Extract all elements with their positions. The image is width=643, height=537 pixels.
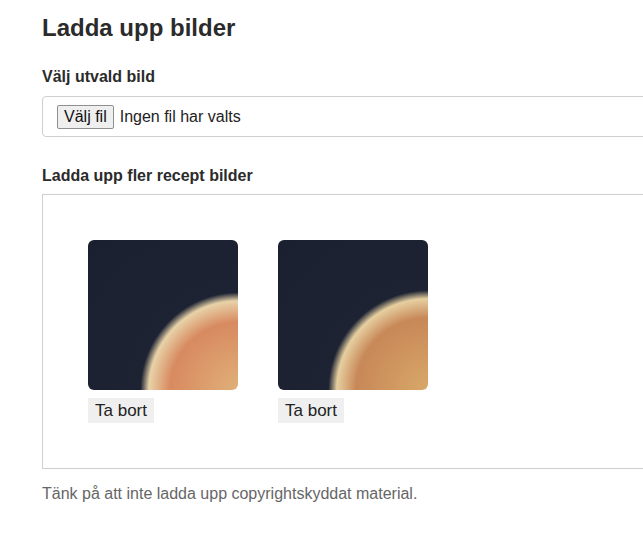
gallery-item: Ta bort xyxy=(88,240,238,423)
remove-button[interactable]: Ta bort xyxy=(278,398,344,423)
gallery-label: Ladda upp fler recept bilder xyxy=(42,166,643,186)
file-status: Ingen fil har valts xyxy=(120,107,241,127)
recipe-photo xyxy=(88,240,238,390)
featured-label: Välj utvald bild xyxy=(42,67,643,87)
page-heading: Ladda upp bilder xyxy=(42,12,643,44)
choose-file-button[interactable]: Välj fil xyxy=(57,105,114,129)
recipe-photo xyxy=(278,240,428,390)
featured-file-input[interactable]: Välj fil Ingen fil har valts xyxy=(42,96,643,137)
remove-button[interactable]: Ta bort xyxy=(88,398,154,423)
gallery-item: Ta bort xyxy=(278,240,428,423)
copyright-note: Tänk på att inte ladda upp copyrightskyd… xyxy=(42,484,643,504)
gallery-dropzone[interactable]: Ta bort Ta bort xyxy=(42,194,643,469)
